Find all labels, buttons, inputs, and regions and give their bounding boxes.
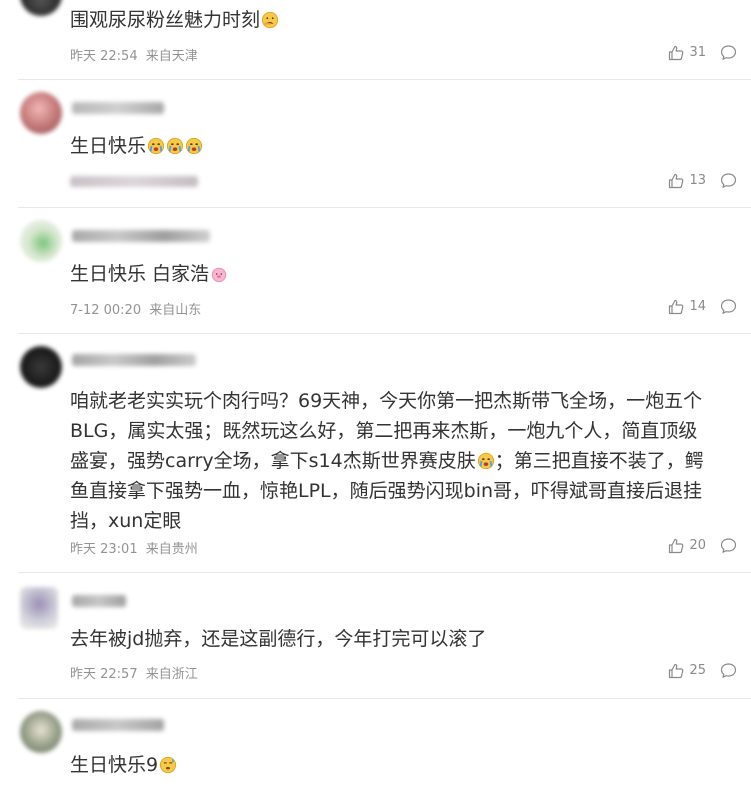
comment-location: 来自天津	[145, 49, 198, 64]
comment-text-segment: 盛宴，强势carry全场，拿下s14杰斯世界赛皮肤	[70, 450, 476, 472]
comment-meta: 昨天 22:54 来自天津	[70, 45, 202, 64]
comment-bubble-icon	[720, 173, 737, 188]
like-count: 14	[689, 299, 706, 314]
thumbs-up-icon	[669, 299, 684, 314]
username[interactable]	[72, 102, 164, 114]
comment-text-line: 鱼直接拿下强势一血，惊艳LPL，随后强势闪现bin哥，吓得斌哥直接后退挂	[70, 480, 703, 502]
comment-bubble-icon	[720, 663, 737, 678]
comment-text: 生日快乐	[70, 130, 730, 162]
comment-meta-blurred	[70, 176, 198, 187]
comment-text-content: 生日快乐	[70, 135, 147, 157]
comment-location: 来自贵州	[145, 542, 198, 557]
comment-time: 昨天 22:57	[70, 667, 138, 682]
comment-meta: 昨天 22:57 来自浙江	[70, 663, 202, 682]
thinking-face-icon	[261, 11, 279, 29]
crying-face-icon	[147, 137, 165, 155]
reply-button[interactable]	[720, 537, 737, 554]
crying-face-icon	[477, 452, 494, 470]
thumbs-up-icon	[669, 45, 684, 60]
like-button[interactable]: 14	[668, 299, 706, 315]
comment-text-segment: ；第三把直接不装了，鳄	[494, 450, 704, 472]
like-button[interactable]: 20	[668, 538, 706, 554]
avatar[interactable]	[20, 346, 62, 388]
comment-bubble-icon	[720, 45, 737, 60]
comment-bubble-icon	[720, 538, 737, 553]
username[interactable]	[72, 354, 196, 366]
comment-feed: 围观尿尿粉丝魅力时刻 昨天 22:54 来自天津 31 生日快乐 13 生日快乐…	[0, 0, 751, 791]
crying-face-icon	[185, 137, 203, 155]
comment-actions: 31	[668, 44, 737, 61]
divider	[18, 333, 751, 334]
comment-bubble-icon	[720, 299, 737, 314]
avatar[interactable]	[20, 220, 62, 262]
comment-text-line: 咱就老老实实玩个肉行吗？69天神，今天你第一把杰斯带飞全场，一炮五个	[70, 390, 703, 412]
comment-text-line: BLG，属实太强；既然玩这么好，第二把再来杰斯，一炮九个人，简直顶级	[70, 420, 698, 442]
reply-button[interactable]	[720, 298, 737, 315]
username[interactable]	[72, 719, 164, 731]
comment-actions: 14	[668, 298, 737, 315]
comment-meta: 7-12 00:20 来自山东	[70, 299, 205, 318]
sweat-face-icon	[159, 756, 177, 774]
avatar[interactable]	[20, 92, 62, 134]
comment-text-line: 挡，xun定眼	[70, 510, 182, 532]
like-count: 13	[689, 173, 706, 188]
avatar[interactable]	[20, 711, 62, 753]
comment-location: 来自浙江	[145, 667, 198, 682]
reply-button[interactable]	[720, 44, 737, 61]
comment-text-content: 生日快乐 白家浩	[70, 263, 210, 285]
username[interactable]	[72, 230, 210, 242]
like-count: 25	[689, 663, 706, 678]
reply-button[interactable]	[720, 662, 737, 679]
divider	[18, 79, 751, 80]
thumbs-up-icon	[669, 663, 684, 678]
comment-text-line: 盛宴，强势carry全场，拿下s14杰斯世界赛皮肤 ；第三把直接不装了，鳄	[70, 446, 730, 476]
like-count: 31	[689, 45, 706, 60]
comment-text: 去年被jd抛弃，还是这副德行，今年打完可以滚了	[70, 623, 730, 655]
comment-text-content: 围观尿尿粉丝魅力时刻	[70, 9, 261, 31]
comment-text-content: 去年被jd抛弃，还是这副德行，今年打完可以滚了	[70, 628, 487, 650]
comment-time: 昨天 23:01	[70, 542, 138, 557]
divider	[18, 207, 751, 208]
comment-actions: 25	[668, 662, 737, 679]
pig-face-icon	[211, 267, 227, 283]
like-button[interactable]: 13	[668, 173, 706, 189]
avatar[interactable]	[20, 0, 62, 16]
avatar[interactable]	[20, 587, 58, 629]
reply-button[interactable]	[720, 172, 737, 189]
like-button[interactable]: 31	[668, 45, 706, 61]
comment-location: 来自山东	[149, 303, 202, 318]
crying-face-icon	[166, 137, 184, 155]
comment-text: 围观尿尿粉丝魅力时刻	[70, 4, 730, 36]
divider	[18, 698, 751, 699]
thumbs-up-icon	[669, 173, 684, 188]
thumbs-up-icon	[669, 538, 684, 553]
comment-text: 生日快乐 白家浩	[70, 258, 730, 290]
comment-text: 咱就老老实实玩个肉行吗？69天神，今天你第一把杰斯带飞全场，一炮五个 BLG，属…	[70, 386, 730, 536]
comment-time: 7-12 00:20	[70, 303, 142, 318]
comment-meta: 昨天 23:01 来自贵州	[70, 538, 202, 557]
like-button[interactable]: 25	[668, 663, 706, 679]
comment-time: 昨天 22:54	[70, 49, 138, 64]
comment-text-content: 生日快乐9	[70, 754, 159, 776]
comment-actions: 20	[668, 537, 737, 554]
comment-actions: 13	[668, 172, 737, 189]
username[interactable]	[72, 595, 126, 607]
comment-text: 生日快乐9	[70, 749, 730, 781]
like-count: 20	[689, 538, 706, 553]
divider	[18, 572, 751, 573]
